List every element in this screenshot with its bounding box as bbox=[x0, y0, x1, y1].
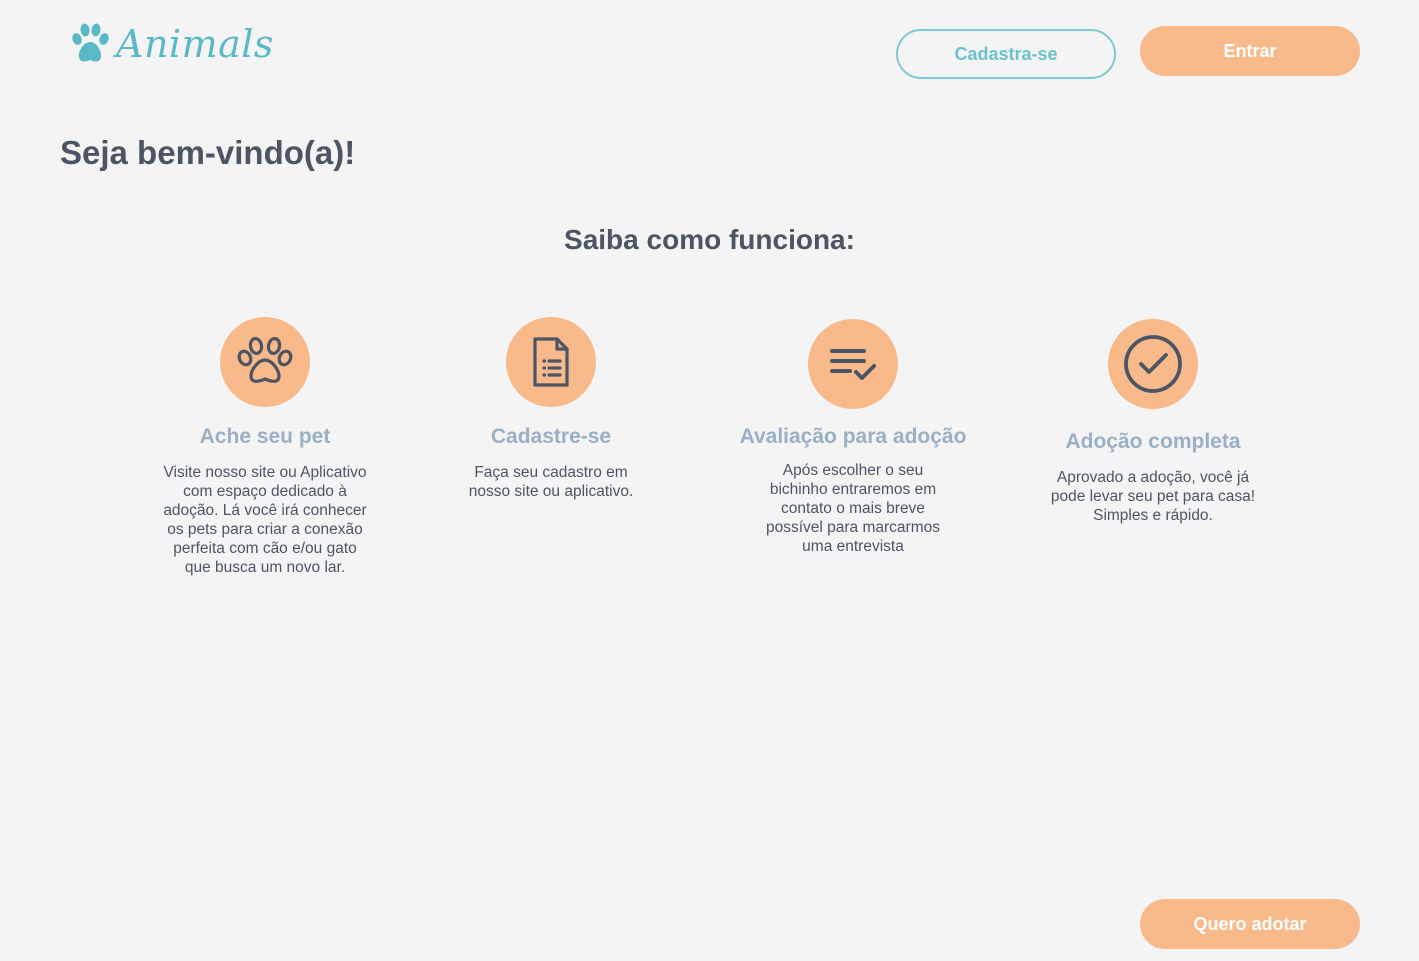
step-description: Faça seu cadastro em nosso site ou aplic… bbox=[468, 464, 634, 500]
step-icon-circle bbox=[1108, 319, 1198, 409]
paw-logo-icon bbox=[72, 23, 109, 62]
document-icon bbox=[533, 337, 569, 387]
brand-name: Animals bbox=[116, 22, 274, 66]
how-it-works-heading: Saiba como funciona: bbox=[564, 224, 855, 255]
step-find-pet: Ache seu pet Visite nosso site ou Aplica… bbox=[145, 317, 385, 577]
step-register: Cadastre-se Faça seu cadastro em nosso s… bbox=[431, 317, 671, 501]
step-icon-circle bbox=[506, 317, 596, 407]
step-description: Aprovado a adoção, você já pode levar se… bbox=[1050, 469, 1256, 524]
step-description: Visite nosso site ou Aplicativo com espa… bbox=[163, 464, 367, 576]
landing-page: Animals Cadastra-se Entrar Seja bem-vind… bbox=[0, 0, 1419, 961]
step-title: Avaliação para adoção bbox=[739, 425, 967, 448]
step-description: Após escolher o seu bichinho entraremos … bbox=[765, 462, 940, 555]
check-circle-icon bbox=[1124, 335, 1182, 393]
step-adoption-complete: Adoção completa Aprovado a adoção, você … bbox=[1033, 319, 1273, 525]
checklist-icon bbox=[830, 349, 876, 380]
step-icon-circle bbox=[220, 317, 310, 407]
adopt-button[interactable]: Quero adotar bbox=[1140, 899, 1360, 949]
signup-button[interactable]: Cadastra-se bbox=[896, 29, 1116, 79]
step-icon-circle bbox=[808, 319, 898, 409]
paw-icon bbox=[237, 336, 293, 383]
step-evaluation: Avaliação para adoção Após escolher o se… bbox=[723, 319, 983, 556]
brand-logo[interactable]: Animals bbox=[70, 22, 274, 66]
welcome-heading: Seja bem-vindo(a)! bbox=[60, 134, 356, 171]
step-title: Ache seu pet bbox=[199, 425, 331, 448]
step-title: Cadastre-se bbox=[490, 425, 612, 448]
login-button[interactable]: Entrar bbox=[1140, 26, 1360, 76]
step-title: Adoção completa bbox=[1065, 430, 1241, 453]
